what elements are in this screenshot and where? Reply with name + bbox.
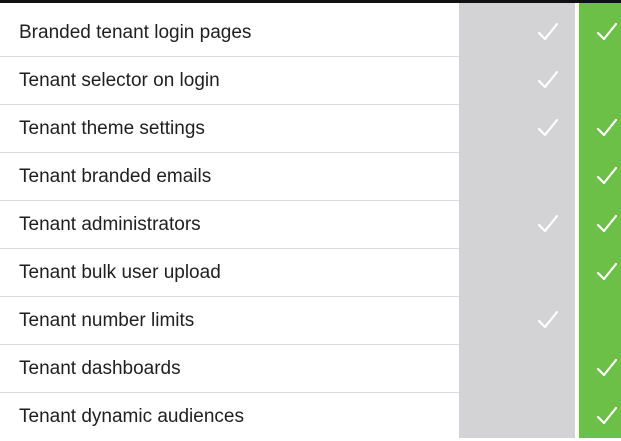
feature-label: Tenant selector on login xyxy=(19,70,220,91)
feature-row: Tenant theme settings xyxy=(0,105,621,153)
feature-row: Tenant selector on login xyxy=(0,57,621,105)
feature-label: Tenant administrators xyxy=(19,214,201,235)
checkmark-icon xyxy=(537,405,559,427)
checkmark-icon xyxy=(596,165,618,187)
checkmark-icon xyxy=(596,117,618,139)
checkmark-icon xyxy=(537,117,559,139)
feature-row: Tenant administrators xyxy=(0,201,621,249)
feature-label: Tenant dashboards xyxy=(19,358,181,379)
checkmark-icon xyxy=(537,21,559,43)
feature-label: Tenant theme settings xyxy=(19,118,205,139)
checkmark-icon xyxy=(596,309,618,331)
feature-label: Branded tenant login pages xyxy=(19,22,252,43)
feature-label: Tenant branded emails xyxy=(19,166,212,187)
checkmark-icon xyxy=(596,405,618,427)
checkmark-icon xyxy=(537,357,559,379)
feature-row: Tenant dynamic audiences xyxy=(0,393,621,441)
checkmark-icon xyxy=(537,213,559,235)
feature-row: Tenant bulk user upload xyxy=(0,249,621,297)
feature-row: Tenant branded emails xyxy=(0,153,621,201)
checkmark-icon xyxy=(596,261,618,283)
checkmark-icon xyxy=(537,165,559,187)
feature-row: Tenant number limits xyxy=(0,297,621,345)
feature-comparison-table: Branded tenant login pages Tenant select… xyxy=(0,9,621,441)
checkmark-icon xyxy=(596,213,618,235)
checkmark-icon xyxy=(537,69,559,91)
feature-label: Tenant dynamic audiences xyxy=(19,406,244,427)
checkmark-icon xyxy=(537,261,559,283)
feature-row: Tenant dashboards xyxy=(0,345,621,393)
feature-row: Branded tenant login pages xyxy=(0,9,621,57)
feature-label: Tenant bulk user upload xyxy=(19,262,221,283)
checkmark-icon xyxy=(596,69,618,91)
feature-label: Tenant number limits xyxy=(19,310,195,331)
checkmark-icon xyxy=(537,309,559,331)
checkmark-icon xyxy=(596,21,618,43)
checkmark-icon xyxy=(596,357,618,379)
